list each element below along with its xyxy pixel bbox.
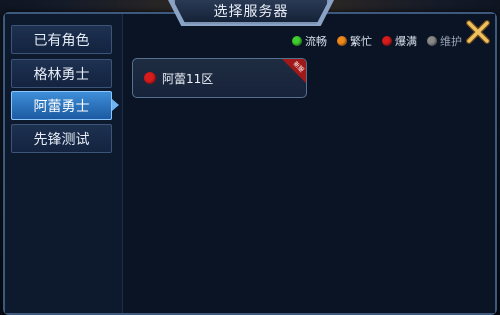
- title-tab: 选择服务器: [173, 0, 329, 24]
- legend-full: 爆满: [382, 33, 417, 49]
- server-card[interactable]: 阿蕾11区 新服: [132, 58, 307, 98]
- status-legend: 流畅 繁忙 爆满 维护: [292, 33, 462, 49]
- new-server-badge: 新服: [282, 59, 306, 83]
- legend-maintenance: 维护: [427, 33, 462, 49]
- sidebar-item-label: 已有角色: [33, 32, 90, 49]
- status-dot-red-icon: [382, 36, 392, 46]
- sidebar-item-label: 阿蕾勇士: [33, 98, 90, 115]
- sidebar-item-alei-warriors[interactable]: 阿蕾勇士: [11, 91, 112, 120]
- status-dot-gray-icon: [427, 36, 437, 46]
- legend-smooth: 流畅: [292, 33, 327, 49]
- server-name: 阿蕾11区: [162, 71, 214, 86]
- sidebar-item-gelin-warriors[interactable]: 格林勇士: [11, 59, 112, 88]
- server-status-dot-icon: [144, 72, 156, 84]
- status-dot-green-icon: [292, 36, 302, 46]
- close-button[interactable]: [464, 18, 492, 46]
- sidebar-item-existing-characters[interactable]: 已有角色: [11, 25, 112, 54]
- sidebar-item-pioneer-test[interactable]: 先锋测试: [11, 124, 112, 153]
- dialog-title: 选择服务器: [213, 4, 289, 20]
- sidebar-item-label: 格林勇士: [33, 66, 90, 83]
- sidebar-item-label: 先锋测试: [33, 131, 90, 148]
- new-server-badge-label: 新服: [291, 60, 306, 74]
- legend-label: 繁忙: [350, 35, 372, 48]
- legend-busy: 繁忙: [337, 33, 372, 49]
- legend-label: 流畅: [305, 35, 327, 48]
- close-icon: [466, 20, 490, 44]
- sidebar: 已有角色 格林勇士 阿蕾勇士 先锋测试: [5, 14, 123, 313]
- active-indicator-arrow: [112, 99, 119, 111]
- legend-label: 爆满: [395, 35, 417, 48]
- status-dot-orange-icon: [337, 36, 347, 46]
- legend-label: 维护: [440, 35, 462, 48]
